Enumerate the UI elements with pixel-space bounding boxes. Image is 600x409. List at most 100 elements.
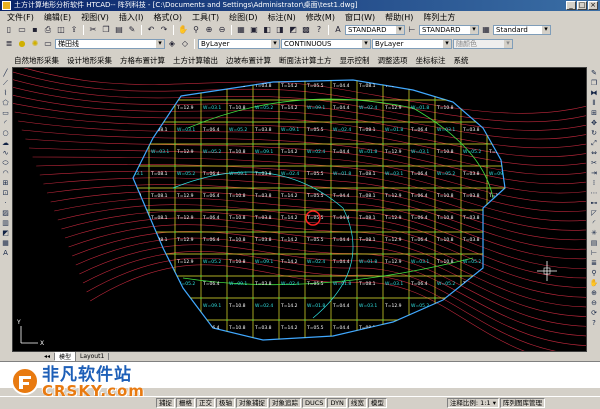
zoom-window-icon[interactable]: ⊕ (590, 289, 599, 298)
arc-icon[interactable]: ◜ (1, 119, 10, 128)
menu-section-method[interactable]: 断面法计算土方 (275, 55, 336, 66)
minimize-button[interactable]: _ (566, 1, 576, 10)
sheet-set-icon[interactable]: ◨ (274, 24, 286, 35)
join-icon[interactable]: ⊷ (590, 199, 599, 208)
layer-select[interactable]: 梯田线 (55, 38, 165, 49)
break-icon[interactable]: ⋯ (590, 189, 599, 198)
layer-previous-icon[interactable]: ◇ (179, 38, 191, 49)
redo-icon[interactable]: ↷ (158, 24, 170, 35)
menu-format[interactable]: 格式(O) (148, 12, 187, 23)
table-style-select[interactable]: Standard (493, 24, 551, 35)
match-properties-icon[interactable]: ✎ (126, 24, 138, 35)
plot-preview-icon[interactable]: ◫ (55, 24, 67, 35)
lineweight-toggle[interactable]: 线宽 (347, 398, 367, 408)
model-toggle[interactable]: 模型 (367, 398, 387, 408)
library-manager-button[interactable]: 阵列图库管理 (499, 398, 545, 408)
pan-icon[interactable]: ✋ (590, 279, 599, 288)
calculator-icon[interactable]: ▩ (300, 24, 312, 35)
ellipse-arc-icon[interactable]: ◠ (1, 169, 10, 178)
zoom-previous-icon[interactable]: ⊖ (216, 24, 228, 35)
command-input[interactable] (0, 380, 600, 389)
circle-icon[interactable]: ○ (1, 129, 10, 138)
undo-icon[interactable]: ↶ (145, 24, 157, 35)
hatch-icon[interactable]: ▨ (1, 209, 10, 218)
menu-view[interactable]: 视图(V) (76, 12, 114, 23)
gradient-icon[interactable]: ▥ (1, 219, 10, 228)
linetype-select[interactable]: CONTINUOUS (281, 38, 371, 49)
menu-adjust-options[interactable]: 调整选项 (374, 55, 412, 66)
markup-icon[interactable]: ◩ (287, 24, 299, 35)
zoom-realtime-icon[interactable]: ⚲ (190, 24, 202, 35)
tab-model[interactable]: 模型 (55, 351, 77, 361)
menu-earthwork-output[interactable]: 土方计算输出 (169, 55, 222, 66)
drawing-canvas[interactable]: T=04.4 T=08.1 T=12.9 T=06.4 T=10.8 T=03.8 T=14… (12, 67, 587, 352)
properties-icon[interactable]: ▦ (235, 24, 247, 35)
design-center-icon[interactable]: ▣ (248, 24, 260, 35)
paste-icon[interactable]: ▤ (113, 24, 125, 35)
line-icon[interactable]: ╱ (1, 69, 10, 78)
cut-icon[interactable]: ✂ (87, 24, 99, 35)
close-button[interactable]: × (588, 1, 598, 10)
menu-dimension[interactable]: 标注(N) (263, 12, 301, 23)
menu-draw[interactable]: 绘图(D) (224, 12, 262, 23)
polygon-icon[interactable]: ⬠ (1, 99, 10, 108)
region-icon[interactable]: ◩ (1, 229, 10, 238)
zoom-icon[interactable]: ⚲ (590, 269, 599, 278)
ducs-toggle[interactable]: DUCS (302, 398, 327, 408)
osnap-toggle[interactable]: 对象捕捉 (236, 398, 268, 408)
break-point-icon[interactable]: ⁞ (590, 179, 599, 188)
copy-icon[interactable]: ❐ (100, 24, 112, 35)
explode-icon[interactable]: ✳ (590, 229, 599, 238)
menu-slope-layout[interactable]: 边坡布置计算 (222, 55, 275, 66)
open-file-icon[interactable]: ▭ (16, 24, 28, 35)
new-file-icon[interactable]: ▯ (3, 24, 15, 35)
regen-icon[interactable]: ⟳ (590, 309, 599, 318)
maximize-button[interactable]: □ (577, 1, 587, 10)
help-icon[interactable]: ? (590, 319, 599, 328)
grid-toggle[interactable]: 栅格 (176, 398, 195, 408)
table-icon[interactable]: ▦ (1, 239, 10, 248)
annotation-scale[interactable]: 注释比例: 1:1 ▾ (446, 398, 499, 408)
move-icon[interactable]: ✥ (590, 119, 599, 128)
menu-system[interactable]: 系统 (450, 55, 473, 66)
zoom-prev-icon[interactable]: ⊖ (590, 299, 599, 308)
menu-modify[interactable]: 修改(M) (301, 12, 340, 23)
menu-earthwork[interactable]: 阵列土方 (418, 12, 460, 23)
make-block-icon[interactable]: ⊡ (1, 189, 10, 198)
mtext-icon[interactable]: A (1, 249, 10, 258)
plot-style-select[interactable]: 随颜色 (453, 38, 513, 49)
save-icon[interactable]: ▪ (29, 24, 41, 35)
revcloud-icon[interactable]: ☁ (1, 139, 10, 148)
trim-icon[interactable]: ✂ (590, 159, 599, 168)
dim-style-select[interactable]: STANDARD (419, 24, 479, 35)
ellipse-icon[interactable]: ⬭ (1, 159, 10, 168)
spline-icon[interactable]: ∿ (1, 149, 10, 158)
erase-icon[interactable]: ✎ (590, 69, 599, 78)
menu-window[interactable]: 窗口(W) (340, 12, 380, 23)
tool-palettes-icon[interactable]: ◧ (261, 24, 273, 35)
text-style-select[interactable]: STANDARD (345, 24, 405, 35)
properties-icon[interactable]: ▤ (590, 239, 599, 248)
menu-file[interactable]: 文件(F) (2, 12, 39, 23)
rectangle-icon[interactable]: ▭ (1, 109, 10, 118)
menu-design-terrain[interactable]: 设计地形采集 (63, 55, 116, 66)
nav-first-icon[interactable]: ◂◂ (40, 352, 56, 360)
copy-icon[interactable]: ❐ (590, 79, 599, 88)
plot-icon[interactable]: ⎙ (42, 24, 54, 35)
rotate-icon[interactable]: ↻ (590, 129, 599, 138)
extend-icon[interactable]: ⇥ (590, 169, 599, 178)
menu-display-control[interactable]: 显示控制 (336, 55, 374, 66)
menu-tools[interactable]: 工具(T) (187, 12, 224, 23)
chamfer-icon[interactable]: ◸ (590, 209, 599, 218)
menu-insert[interactable]: 插入(I) (114, 12, 149, 23)
layer-manager-icon[interactable]: ≣ (3, 38, 15, 49)
ortho-toggle[interactable]: 正交 (196, 398, 215, 408)
menu-help[interactable]: 帮助(H) (380, 12, 418, 23)
layer-icon[interactable]: ≣ (590, 259, 599, 268)
otrack-toggle[interactable]: 对象追踪 (269, 398, 301, 408)
menu-natural-terrain[interactable]: 自然地形采集 (10, 55, 63, 66)
command-window[interactable] (0, 361, 600, 388)
make-current-layer-icon[interactable]: ◈ (166, 38, 178, 49)
construction-line-icon[interactable]: ⟋ (1, 79, 10, 88)
dyn-toggle[interactable]: DYN (327, 398, 347, 408)
